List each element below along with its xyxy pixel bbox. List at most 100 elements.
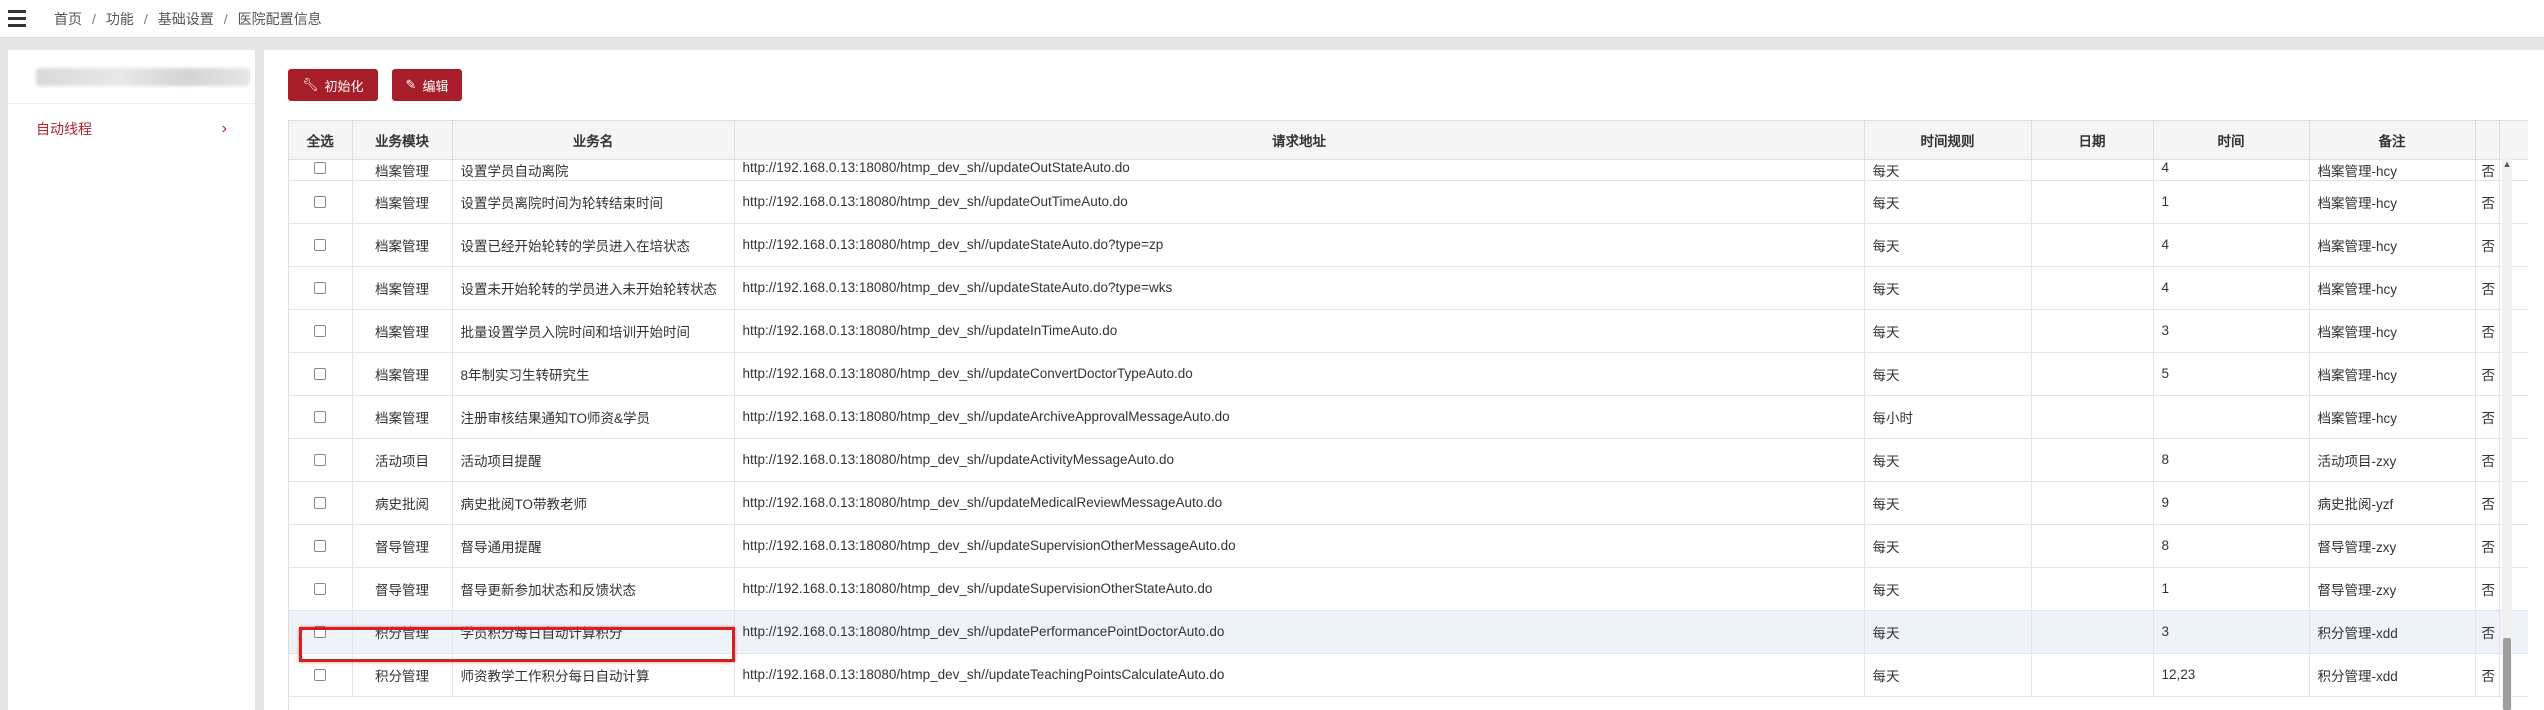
edit-button[interactable]: ✎ 编辑 [391, 69, 463, 101]
cell-time-rule: 每天 [1864, 481, 2032, 525]
table-row[interactable]: 档案管理 设置学员自动离院 http://192.168.0.13:18080/ht… [289, 159, 2528, 181]
cell-url: http://192.168.0.13:18080/htmp_dev_sh//u… [734, 395, 1865, 439]
cell-time: 3 [2153, 309, 2310, 353]
table-row[interactable]: 督导管理 督导更新参加状态和反馈状态 http://192.168.0.13:180… [289, 567, 2528, 611]
cell-module: 档案管理 [352, 266, 453, 310]
cell-url: http://192.168.0.13:18080/htmp_dev_sh//u… [734, 159, 1865, 181]
cell-module: 督导管理 [352, 524, 453, 568]
row-checkbox [289, 266, 353, 310]
cell-url: http://192.168.0.13:18080/htmp_dev_sh//u… [734, 653, 1865, 697]
wrench-icon: 🔧︎ [302, 77, 319, 92]
table-row[interactable]: 档案管理 设置已经开始轮转的学员进入在培状态 http://192.168.0.13… [289, 223, 2528, 267]
header-select-all[interactable]: 全选 [289, 121, 353, 160]
cell-time-rule: 每天 [1864, 266, 2032, 310]
thread-table: 全选 业务模块 业务名 请求地址 时间规则 日期 时间 备注 档案管理 设置学员自… [289, 121, 2528, 697]
cell-url: http://192.168.0.13:18080/htmp_dev_sh//u… [734, 352, 1865, 396]
table-row[interactable]: 积分管理 师资教学工作积分每日自动计算 http://192.168.0.13:18… [289, 653, 2528, 697]
cell-date [2031, 309, 2154, 353]
blurred-hospital-name [36, 67, 250, 86]
cell-extra: 否 [2475, 610, 2500, 654]
breadcrumb-features[interactable]: 功能 [106, 9, 134, 29]
table-row[interactable]: 督导管理 督导通用提醒 http://192.168.0.13:18080/htmp… [289, 524, 2528, 568]
cell-time: 5 [2153, 352, 2310, 396]
cell-date [2031, 352, 2154, 396]
table-row[interactable]: 档案管理 8年制实习生转研究生 http://192.168.0.13:18080/… [289, 352, 2528, 396]
cell-name: 督导通用提醒 [452, 524, 735, 568]
cell-time: 4 [2153, 159, 2310, 181]
row-checkbox [289, 309, 353, 353]
row-checkbox [289, 653, 353, 697]
cell-extra: 否 [2475, 159, 2500, 181]
cell-module: 病史批阅 [352, 481, 453, 525]
cell-remark: 档案管理-hcy [2309, 352, 2476, 396]
cell-remark: 督导管理-zxy [2309, 567, 2476, 611]
cell-extra: 否 [2475, 524, 2500, 568]
cell-extra: 否 [2475, 395, 2500, 439]
row-select-checkbox[interactable] [314, 626, 327, 639]
row-select-checkbox[interactable] [314, 583, 327, 596]
hamburger-menu-icon[interactable] [0, 0, 34, 38]
header-date: 日期 [2031, 121, 2154, 160]
row-select-checkbox[interactable] [314, 161, 327, 174]
cell-url: http://192.168.0.13:18080/htmp_dev_sh//u… [734, 309, 1865, 353]
row-select-checkbox[interactable] [314, 411, 327, 424]
init-button[interactable]: 🔧︎ 初始化 [288, 69, 378, 101]
top-bar: 首页 / 功能 / 基础设置 / 医院配置信息 [0, 0, 2544, 38]
table-row[interactable]: 档案管理 注册审核结果通知TO师资&学员 http://192.168.0.13:1… [289, 395, 2528, 439]
row-checkbox [289, 223, 353, 267]
breadcrumb-basic-settings[interactable]: 基础设置 [158, 9, 214, 29]
cell-remark: 积分管理-xdd [2309, 610, 2476, 654]
table-row[interactable]: 病史批阅 病史批阅TO带教老师 http://192.168.0.13:18080/… [289, 481, 2528, 525]
header-spacer [2499, 121, 2528, 160]
scroll-up-icon[interactable]: ▲ [2502, 158, 2512, 170]
cell-time: 9 [2153, 481, 2310, 525]
cell-time-rule: 每天 [1864, 223, 2032, 267]
cell-date [2031, 395, 2154, 439]
row-checkbox [289, 567, 353, 611]
cell-remark: 病史批阅-yzf [2309, 481, 2476, 525]
row-checkbox [289, 481, 353, 525]
table-header-row: 全选 业务模块 业务名 请求地址 时间规则 日期 时间 备注 [289, 121, 2528, 160]
cell-date [2031, 610, 2154, 654]
cell-url: http://192.168.0.13:18080/htmp_dev_sh//u… [734, 567, 1865, 611]
header-extra [2475, 121, 2500, 160]
cell-time-rule: 每天 [1864, 352, 2032, 396]
row-select-checkbox[interactable] [314, 497, 327, 510]
row-select-checkbox[interactable] [314, 239, 327, 252]
cell-name: 病史批阅TO带教老师 [452, 481, 735, 525]
cell-extra: 否 [2475, 180, 2500, 224]
row-select-checkbox[interactable] [314, 325, 327, 338]
cell-name: 督导更新参加状态和反馈状态 [452, 567, 735, 611]
sidebar-item-label: 自动线程 [36, 121, 92, 137]
table-row[interactable]: 档案管理 设置学员离院时间为轮转结束时间 http://192.168.0.13:1… [289, 180, 2528, 224]
table-row[interactable]: 积分管理 学员积分每日自动计算积分 http://192.168.0.13:1808… [289, 610, 2528, 654]
vertical-scrollbar[interactable]: ▲ [2502, 158, 2512, 710]
row-select-checkbox[interactable] [314, 540, 327, 553]
header-remark: 备注 [2309, 121, 2476, 160]
cell-module: 档案管理 [352, 223, 453, 267]
cell-name: 设置已经开始轮转的学员进入在培状态 [452, 223, 735, 267]
cell-remark: 积分管理-xdd [2309, 653, 2476, 697]
breadcrumb-separator: / [143, 10, 148, 27]
sidebar-item-auto-thread[interactable]: 自动线程 › [8, 104, 255, 154]
row-select-checkbox[interactable] [314, 196, 327, 209]
cell-time-rule: 每天 [1864, 610, 2032, 654]
row-select-checkbox[interactable] [314, 669, 327, 682]
row-checkbox [289, 438, 353, 482]
cell-time: 4 [2153, 223, 2310, 267]
cell-extra: 否 [2475, 266, 2500, 310]
cell-extra: 否 [2475, 438, 2500, 482]
row-select-checkbox[interactable] [314, 454, 327, 467]
table-row[interactable]: 档案管理 设置未开始轮转的学员进入未开始轮转状态 http://192.168.0.… [289, 266, 2528, 310]
scrollbar-thumb[interactable] [2503, 638, 2511, 710]
breadcrumb-home[interactable]: 首页 [54, 9, 82, 29]
cell-time: 1 [2153, 567, 2310, 611]
table-row[interactable]: 档案管理 批量设置学员入院时间和培训开始时间 http://192.168.0.13… [289, 309, 2528, 353]
row-select-checkbox[interactable] [314, 282, 327, 295]
header-time: 时间 [2153, 121, 2310, 160]
header-time-rule: 时间规则 [1864, 121, 2032, 160]
row-select-checkbox[interactable] [314, 368, 327, 381]
table-row[interactable]: 活动项目 活动项目提醒 http://192.168.0.13:18080/htmp… [289, 438, 2528, 482]
cell-url: http://192.168.0.13:18080/htmp_dev_sh//u… [734, 438, 1865, 482]
cell-url: http://192.168.0.13:18080/htmp_dev_sh//u… [734, 610, 1865, 654]
